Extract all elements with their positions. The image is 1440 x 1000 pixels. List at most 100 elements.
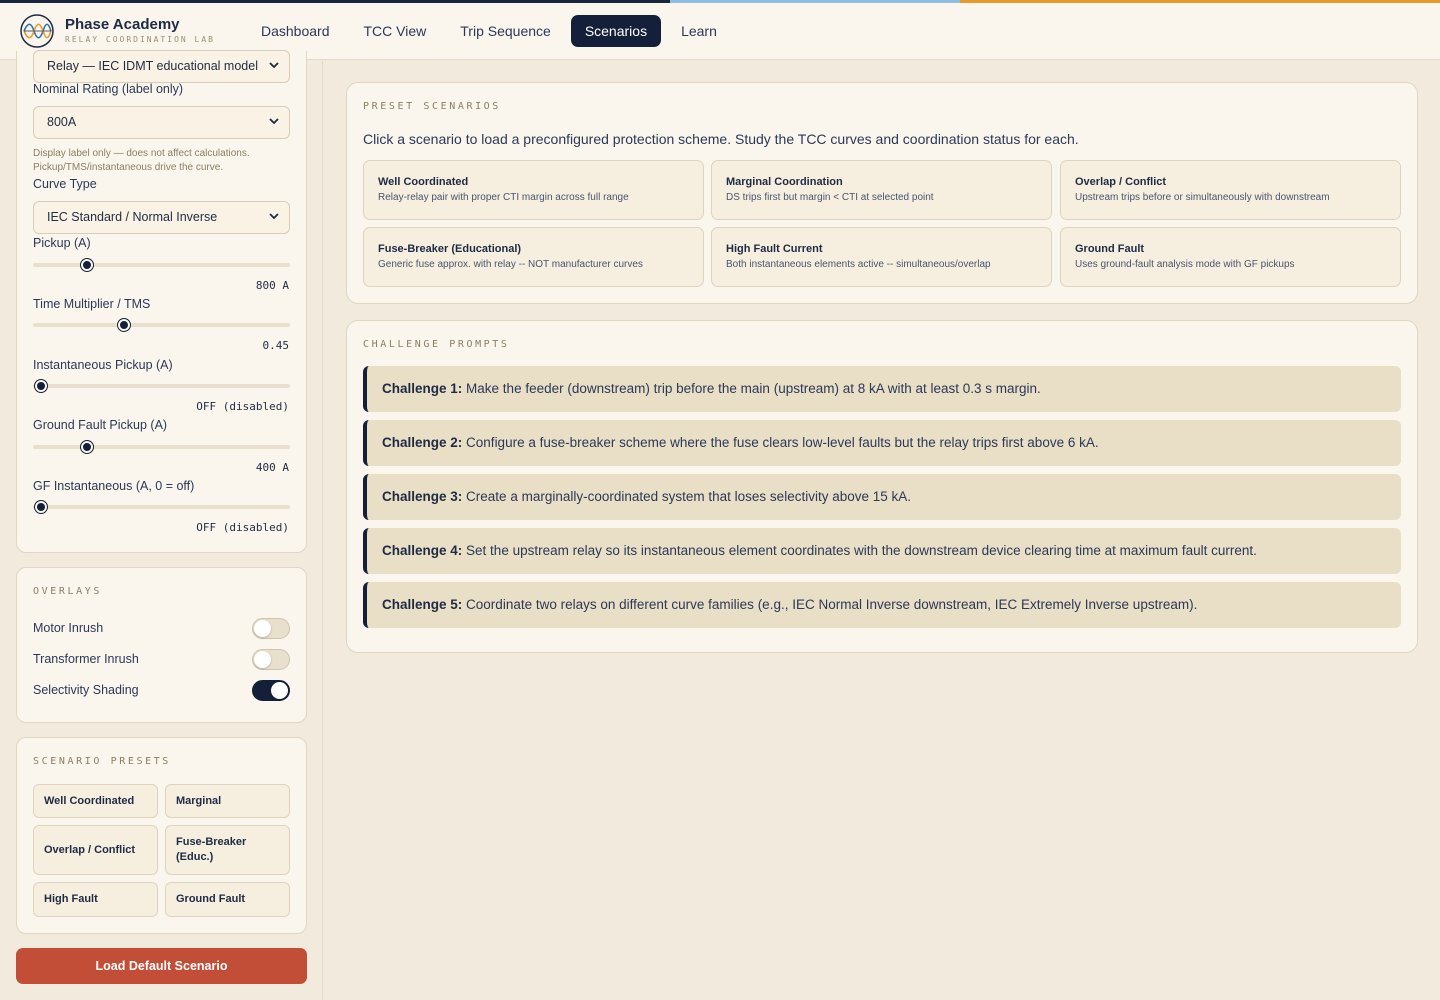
overlays-card: OVERLAYS Motor Inrush Transformer Inrush…	[16, 567, 307, 723]
scenario-card-marginal[interactable]: Marginal Coordination DS trips first but…	[711, 160, 1052, 220]
tab-scenarios[interactable]: Scenarios	[570, 15, 662, 47]
toggle-label: Selectivity Shading	[33, 683, 139, 697]
inst-pickup-label: Instantaneous Pickup (A)	[33, 358, 173, 372]
scenario-description: Both instantaneous elements active -- si…	[726, 259, 991, 270]
scenario-card-high-fault[interactable]: High Fault Current Both instantaneous el…	[711, 227, 1052, 287]
scenario-name: Marginal Coordination	[726, 176, 843, 188]
scenario-name: Fuse-Breaker (Educational)	[378, 243, 522, 255]
preset-scenarios-panel: PRESET SCENARIOS Click a scenario to loa…	[346, 82, 1418, 304]
preset-scenarios-title: PRESET SCENARIOS	[363, 101, 501, 112]
gf-pickup-value: 400 A	[255, 461, 289, 474]
nominal-rating-note: Display label only — does not affect cal…	[33, 148, 250, 173]
challenge-prompts-panel: CHALLENGE PROMPTS Challenge 1: Make the …	[346, 320, 1418, 653]
challenge-item: Challenge 5: Coordinate two relays on di…	[363, 582, 1401, 628]
scenario-description: Uses ground-fault analysis mode with GF …	[1075, 259, 1295, 270]
main-nav: Dashboard TCC View Trip Sequence Scenari…	[247, 15, 731, 47]
scenario-description: DS trips first but margin < CTI at selec…	[726, 192, 934, 203]
toggle-label: Motor Inrush	[33, 621, 104, 635]
toggle-label: Transformer Inrush	[33, 652, 139, 666]
challenge-text: Set the upstream relay so its instantane…	[466, 543, 1257, 558]
chevron-down-icon	[269, 213, 279, 220]
challenge-item: Challenge 2: Configure a fuse-breaker sc…	[363, 420, 1401, 466]
gf-inst-value: OFF (disabled)	[196, 521, 289, 534]
challenge-prompts-title: CHALLENGE PROMPTS	[363, 339, 510, 350]
slider-thumb[interactable]	[34, 380, 47, 392]
main-content: PRESET SCENARIOS Click a scenario to loa…	[324, 61, 1440, 1000]
pickup-slider[interactable]	[33, 259, 290, 271]
overlays-title: OVERLAYS	[33, 586, 102, 597]
slider-thumb[interactable]	[34, 501, 47, 513]
preset-ground-fault-button[interactable]: Ground Fault	[165, 882, 290, 917]
brand: Phase Academy RELAY COORDINATION LAB	[65, 16, 233, 46]
app-title: Phase Academy	[65, 16, 180, 33]
preset-well-coordinated-button[interactable]: Well Coordinated	[33, 784, 158, 818]
challenge-label: Challenge 4:	[382, 543, 463, 558]
pickup-label: Pickup (A)	[33, 236, 91, 250]
scenario-name: High Fault Current	[726, 243, 823, 255]
challenge-item: Challenge 4: Set the upstream relay so i…	[363, 528, 1401, 574]
challenge-text: Make the feeder (downstream) trip before…	[466, 381, 1041, 396]
gf-pickup-label: Ground Fault Pickup (A)	[33, 418, 168, 432]
challenge-item: Challenge 3: Create a marginally-coordin…	[363, 474, 1401, 520]
preset-scenarios-description: Click a scenario to load a preconfigured…	[363, 131, 1079, 147]
toggle-row-transformer-inrush: Transformer Inrush	[33, 649, 290, 671]
motor-inrush-toggle[interactable]	[252, 618, 290, 639]
scenario-name: Ground Fault	[1075, 243, 1145, 255]
slider-thumb[interactable]	[118, 319, 131, 331]
challenge-text: Configure a fuse-breaker scheme where th…	[466, 435, 1099, 450]
scenario-presets-card: SCENARIO PRESETS Well Coordinated Margin…	[16, 737, 307, 934]
tab-dashboard[interactable]: Dashboard	[247, 15, 344, 47]
chevron-down-icon	[269, 62, 279, 69]
challenge-text: Create a marginally-coordinated system t…	[466, 489, 912, 504]
challenge-label: Challenge 2:	[382, 435, 463, 450]
scenario-description: Generic fuse approx. with relay -- NOT m…	[378, 259, 643, 270]
preset-high-fault-button[interactable]: High Fault	[33, 882, 158, 917]
slider-thumb[interactable]	[80, 259, 93, 271]
scenario-presets-title: SCENARIO PRESETS	[33, 756, 171, 767]
tab-tcc-view[interactable]: TCC View	[350, 15, 441, 47]
challenge-label: Challenge 5:	[382, 597, 463, 612]
gf-inst-label: GF Instantaneous (A, 0 = off)	[33, 479, 195, 493]
scenario-card-well-coordinated[interactable]: Well Coordinated Relay-relay pair with p…	[363, 160, 704, 220]
device-model-select[interactable]: Relay — IEC IDMT educational model	[33, 50, 290, 83]
tab-trip-sequence[interactable]: Trip Sequence	[446, 15, 565, 47]
load-default-scenario-button[interactable]: Load Default Scenario	[16, 948, 307, 984]
tms-label: Time Multiplier / TMS	[33, 297, 151, 311]
tab-learn[interactable]: Learn	[667, 15, 731, 47]
device-model-value: Relay — IEC IDMT educational model	[47, 59, 258, 73]
toggle-row-motor-inrush: Motor Inrush	[33, 618, 290, 640]
nominal-rating-select[interactable]: 800A	[33, 106, 290, 139]
curve-type-value: IEC Standard / Normal Inverse	[47, 210, 218, 224]
transformer-inrush-toggle[interactable]	[252, 649, 290, 670]
device-settings-card: Relay — IEC IDMT educational model Nomin…	[16, 50, 307, 553]
app-subtitle: RELAY COORDINATION LAB	[65, 35, 215, 44]
nominal-rating-label: Nominal Rating (label only)	[33, 82, 184, 96]
preset-overlap-button[interactable]: Overlap / Conflict	[33, 825, 158, 875]
chevron-down-icon	[269, 118, 279, 125]
curve-type-select[interactable]: IEC Standard / Normal Inverse	[33, 201, 290, 234]
gf-inst-slider[interactable]	[33, 501, 290, 513]
scenario-name: Overlap / Conflict	[1075, 176, 1167, 188]
scenario-card-ground-fault[interactable]: Ground Fault Uses ground-fault analysis …	[1060, 227, 1401, 287]
preset-marginal-button[interactable]: Marginal	[165, 784, 290, 818]
toggle-row-selectivity-shading: Selectivity Shading	[33, 680, 290, 702]
curve-type-label: Curve Type	[33, 177, 97, 191]
scenario-description: Upstream trips before or simultaneously …	[1075, 192, 1330, 203]
preset-fuse-breaker-button[interactable]: Fuse-Breaker (Educ.)	[165, 825, 290, 875]
challenge-item: Challenge 1: Make the feeder (downstream…	[363, 366, 1401, 412]
inst-pickup-value: OFF (disabled)	[196, 400, 289, 413]
nominal-rating-value: 800A	[47, 115, 77, 129]
pickup-value: 800 A	[255, 279, 289, 292]
gf-pickup-slider[interactable]	[33, 441, 290, 453]
challenge-label: Challenge 1:	[382, 381, 463, 396]
scenario-name: Well Coordinated	[378, 176, 469, 188]
inst-pickup-slider[interactable]	[33, 380, 290, 392]
selectivity-shading-toggle[interactable]	[252, 680, 290, 701]
scenario-card-fuse-breaker[interactable]: Fuse-Breaker (Educational) Generic fuse …	[363, 227, 704, 287]
challenge-text: Coordinate two relays on different curve…	[466, 597, 1198, 612]
sidebar: Relay — IEC IDMT educational model Nomin…	[0, 50, 323, 1000]
slider-thumb[interactable]	[80, 441, 93, 453]
logo-icon	[20, 14, 54, 48]
scenario-card-overlap[interactable]: Overlap / Conflict Upstream trips before…	[1060, 160, 1401, 220]
tms-slider[interactable]	[33, 319, 290, 331]
